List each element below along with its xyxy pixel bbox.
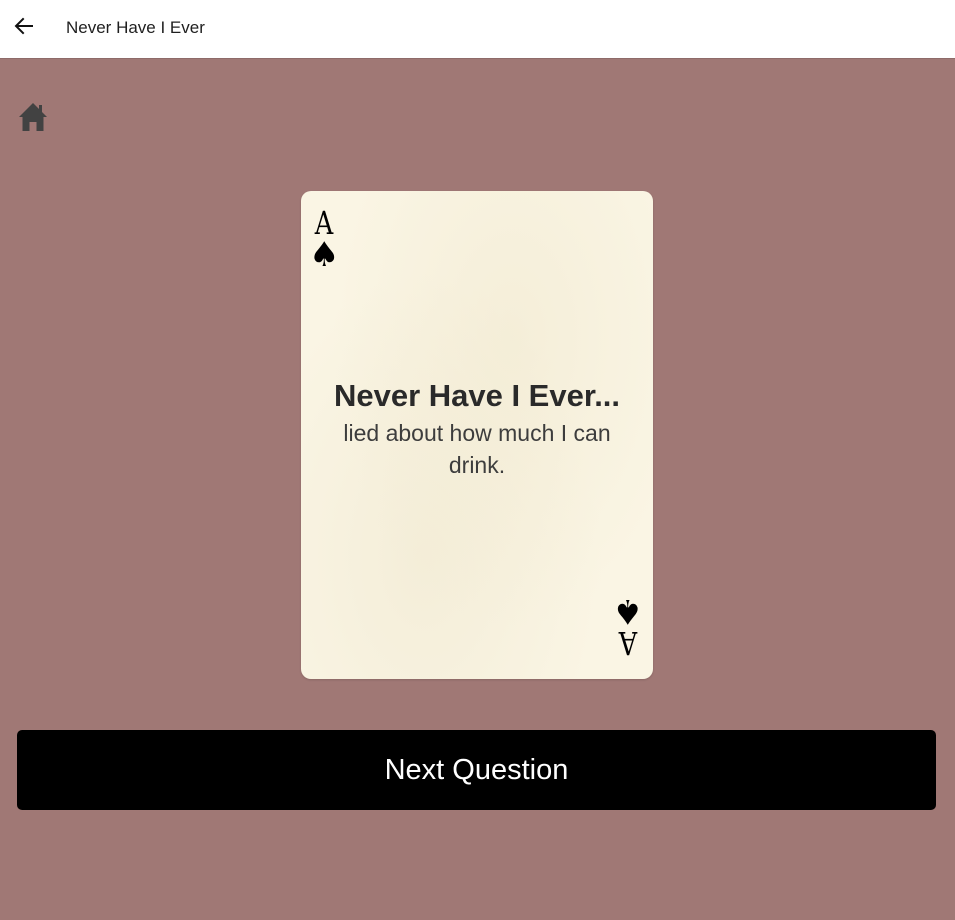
back-button[interactable] xyxy=(8,12,40,44)
arrow-left-icon xyxy=(14,16,34,41)
card-corner-bottom-right: A ♠ xyxy=(612,591,643,662)
card-question: lied about how much I can drink. xyxy=(343,420,611,478)
card-content: Never Have I Ever... lied about how much… xyxy=(301,377,653,481)
title-bar: Never Have I Ever xyxy=(0,0,955,59)
spade-icon: ♠ xyxy=(612,591,643,631)
card-rank: A xyxy=(314,204,334,242)
card-heading: Never Have I Ever... xyxy=(333,378,621,413)
card-corner-top-left: A ♠ xyxy=(309,204,340,275)
question-card: A ♠ A ♠ Never Have I Ever... lied about … xyxy=(301,191,653,679)
app-window: Never Have I Ever A ♠ A ♠ Never Have I E… xyxy=(0,0,955,920)
home-button[interactable] xyxy=(16,100,50,134)
next-question-button[interactable]: Next Question xyxy=(17,730,936,810)
home-icon xyxy=(16,103,50,138)
window-title: Never Have I Ever xyxy=(66,18,205,37)
card-rank: A xyxy=(618,624,638,662)
spade-icon: ♠ xyxy=(309,235,340,275)
